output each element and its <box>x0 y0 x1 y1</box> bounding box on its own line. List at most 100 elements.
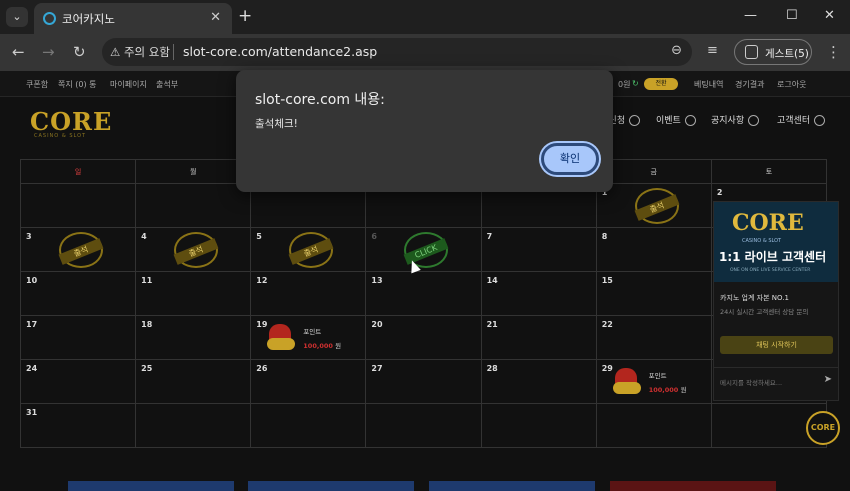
nav-support-label: 고객센터 <box>777 116 811 126</box>
address-bar[interactable]: ⚠ 주의 요함 slot-core.com/attendance2.asp ⊖ <box>102 38 692 66</box>
day-cell: 26 <box>250 359 367 404</box>
day-cell: 1 출석 <box>595 183 712 228</box>
send-icon[interactable]: ➤ <box>824 374 832 385</box>
day-cell: 7 <box>480 227 597 272</box>
url-text[interactable]: slot-core.com/attendance2.asp <box>183 44 377 59</box>
promo-banner[interactable] <box>610 481 776 491</box>
convert-button[interactable]: 전환 <box>644 78 678 90</box>
nav-notice[interactable]: 공지사항 <box>711 113 760 126</box>
new-tab-button[interactable]: + <box>238 6 252 26</box>
day-number: 28 <box>486 364 498 373</box>
live-chat-widget: CORE CASINO & SLOT 1:1 라이브 고객센터 ONE ON O… <box>713 201 839 401</box>
day-cell <box>480 403 597 448</box>
menu-coupon[interactable]: 쿠폰함 <box>26 79 48 90</box>
menu-attendance[interactable]: 출석부 <box>156 79 178 90</box>
promo-banner[interactable] <box>429 481 595 491</box>
forward-icon[interactable]: → <box>42 43 55 61</box>
refresh-icon[interactable]: ↻ <box>632 79 639 88</box>
floating-logo-button[interactable]: CORE <box>806 411 840 445</box>
menu-mypage[interactable]: 마이페이지 <box>110 79 147 90</box>
day-number: 8 <box>601 232 608 241</box>
reward-amount-value: 100,000 <box>303 342 333 350</box>
tab-search-button[interactable]: ⌄ <box>6 7 28 27</box>
day-number: 20 <box>371 320 383 329</box>
balance: 0원 <box>618 80 631 89</box>
weekday-header: 토 <box>710 159 828 184</box>
browser-tab[interactable]: 코어카지노 ✕ <box>34 3 232 34</box>
day-cell: 28 <box>480 359 597 404</box>
day-cell <box>250 403 367 448</box>
nav-events[interactable]: 이벤트 <box>656 113 696 126</box>
reload-icon[interactable]: ↻ <box>73 43 86 61</box>
start-chat-button[interactable]: 채팅 시작하기 <box>720 336 833 354</box>
chevron-icon <box>629 115 641 126</box>
day-cell <box>595 403 712 448</box>
dialog-title: slot-core.com 내용: <box>255 92 385 108</box>
day-cell <box>135 403 252 448</box>
tab-strip: ⌄ 코어카지노 ✕ + — ☐ ✕ <box>0 0 850 34</box>
day-cell: 24 <box>19 359 137 404</box>
day-cell: 31 <box>19 403 137 448</box>
toolbar: ← → ↻ ⚠ 주의 요함 slot-core.com/attendance2.… <box>0 34 850 71</box>
media-control-icon[interactable]: ≡ <box>707 43 718 58</box>
close-window-icon[interactable]: ✕ <box>824 8 835 23</box>
chat-message-input[interactable]: 메시지를 작성하세요... <box>714 367 838 393</box>
address-divider <box>173 44 174 60</box>
day-number: 6 <box>371 232 377 241</box>
day-cell: 12 <box>250 271 367 316</box>
profile-label: 게스트(5) <box>765 48 809 60</box>
day-number: 3 <box>26 232 32 241</box>
alert-dialog: slot-core.com 내용: 출석체크! 확인 <box>236 70 613 192</box>
attendance-stamp: 출석 <box>173 232 219 268</box>
day-number: 18 <box>141 320 153 329</box>
menu-bet-history[interactable]: 베팅내역 <box>694 79 723 90</box>
security-warning[interactable]: ⚠ 주의 요함 <box>110 44 170 60</box>
site-logo[interactable]: CORE <box>30 107 112 136</box>
coin-shape <box>612 382 641 394</box>
reward-amount-value: 100,000 <box>648 386 679 394</box>
stamp-label: 출석 <box>634 194 680 221</box>
reward-amount: 100,000 원 <box>649 384 687 394</box>
day-cell: 10 <box>19 271 137 316</box>
chevron-icon <box>814 115 826 126</box>
promo-banner[interactable] <box>248 481 414 491</box>
stamp-label: 출석 <box>58 238 104 265</box>
day-cell: 13 <box>365 271 482 316</box>
day-number: 2 <box>716 188 723 197</box>
day-cell: 25 <box>135 359 252 404</box>
day-number: 17 <box>26 320 38 329</box>
profile-icon <box>745 45 758 59</box>
day-cell: 5 출석 <box>250 227 367 272</box>
chat-banner-subtitle: ONE ON ONE LIVE SERVICE CENTER <box>730 268 811 273</box>
day-cell: 8 <box>595 227 712 272</box>
profile-button[interactable]: 게스트(5) <box>734 39 812 65</box>
day-cell: 19 포인트 100,000 원 <box>250 315 367 360</box>
day-number: 19 <box>256 320 268 329</box>
day-cell: 4 출석 <box>135 227 252 272</box>
close-tab-icon[interactable]: ✕ <box>210 10 221 25</box>
day-number: 5 <box>256 232 262 241</box>
logout-button[interactable]: 로그아웃 <box>777 79 806 90</box>
stamp-label: 출석 <box>173 238 219 265</box>
day-number: 12 <box>256 276 268 285</box>
back-icon[interactable]: ← <box>12 43 25 61</box>
more-menu-icon[interactable]: ⋮ <box>826 43 841 61</box>
day-cell <box>365 403 482 448</box>
dialog-ok-button[interactable]: 확인 <box>541 143 599 175</box>
day-cell: 11 <box>135 271 252 316</box>
menu-messages[interactable]: 쪽지 (0) 통 <box>58 79 97 90</box>
maximize-icon[interactable]: ☐ <box>786 8 798 23</box>
day-number: 27 <box>371 364 383 373</box>
tab-title: 코어카지노 <box>62 12 115 26</box>
security-warning-label: 주의 요함 <box>123 45 170 59</box>
promo-banner[interactable] <box>68 481 234 491</box>
minimize-icon[interactable]: — <box>744 8 757 23</box>
zoom-icon[interactable]: ⊖ <box>671 43 682 58</box>
nav-notice-label: 공지사항 <box>711 116 745 126</box>
day-number: 21 <box>486 320 498 329</box>
chat-banner: CORE CASINO & SLOT 1:1 라이브 고객센터 ONE ON O… <box>714 202 838 282</box>
menu-results[interactable]: 경기결과 <box>735 79 764 90</box>
nav-support[interactable]: 고객센터 <box>777 113 826 126</box>
day-cell-today[interactable]: 6 CLICK <box>365 227 482 272</box>
day-cell: 3 출석 <box>19 227 137 272</box>
